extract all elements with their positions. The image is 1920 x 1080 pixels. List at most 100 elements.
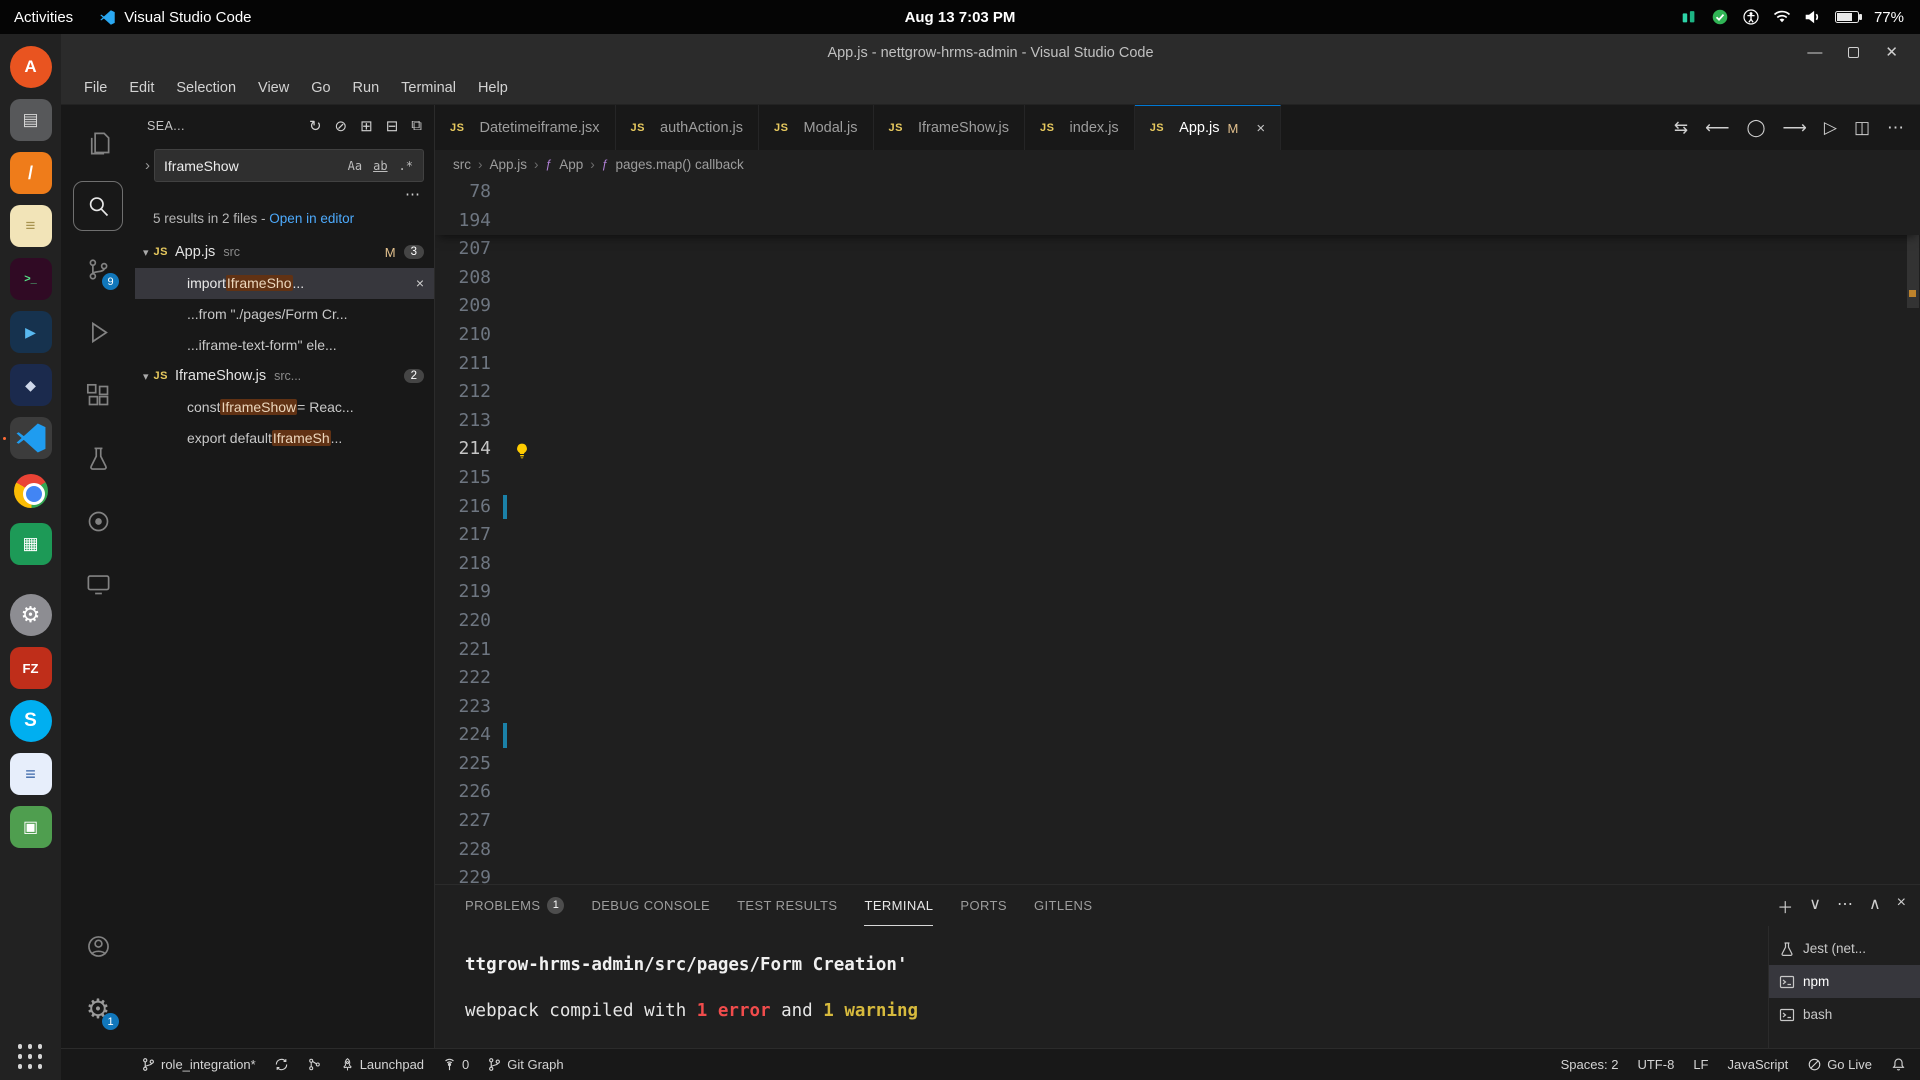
status-compare-branch[interactable]: [307, 1057, 322, 1072]
gutter-glyph[interactable]: [491, 836, 539, 865]
tab-authaction-js[interactable]: JSauthAction.js: [616, 105, 760, 150]
dock-vscode[interactable]: [10, 417, 52, 459]
focused-app-indicator[interactable]: Visual Studio Code: [99, 9, 251, 26]
code-line[interactable]: 218: [435, 550, 1920, 579]
system-tray[interactable]: 77%: [1680, 9, 1920, 26]
dock-file-manager[interactable]: ▤: [10, 99, 52, 141]
code-editor[interactable]: 78194 2072082092102112122132142152162172…: [435, 178, 1920, 884]
panel-tab-problems[interactable]: PROBLEMS1: [465, 885, 564, 926]
code-line[interactable]: 220: [435, 607, 1920, 636]
activity-run-and-debug[interactable]: [74, 308, 122, 356]
code-line[interactable]: 214: [435, 435, 1920, 464]
activity-search[interactable]: [74, 182, 122, 230]
restore-button[interactable]: [1848, 47, 1859, 58]
status-sync-changes[interactable]: [274, 1057, 289, 1072]
use-regex-toggle[interactable]: .*: [395, 157, 417, 175]
code-line[interactable]: 215: [435, 464, 1920, 493]
search-match[interactable]: ...from "./pages/Form Cr...: [135, 299, 434, 330]
dock-ubuntu-software[interactable]: A: [10, 46, 52, 88]
dock-spreadsheet[interactable]: ▦: [10, 523, 52, 565]
menu-help[interactable]: Help: [467, 76, 519, 100]
menu-go[interactable]: Go: [300, 76, 341, 100]
code-line[interactable]: 222: [435, 664, 1920, 693]
code-line[interactable]: 212: [435, 378, 1920, 407]
search-match[interactable]: ...iframe-text-form" ele...: [135, 330, 434, 361]
open-changes-icon[interactable]: ⇆: [1674, 118, 1688, 138]
line-number[interactable]: 209: [435, 292, 491, 321]
gutter-glyph[interactable]: [491, 350, 539, 379]
gutter-glyph[interactable]: [491, 292, 539, 321]
refresh-icon[interactable]: ↻: [309, 117, 322, 135]
dock-chrome[interactable]: [10, 470, 52, 512]
dock-skype[interactable]: S: [10, 700, 52, 742]
close-button[interactable]: ✕: [1885, 45, 1898, 60]
activity-remote-explorer[interactable]: [74, 560, 122, 608]
lightbulb-icon[interactable]: [513, 440, 531, 458]
line-number[interactable]: 213: [435, 407, 491, 436]
sticky-scroll[interactable]: 78194: [435, 178, 1920, 235]
activity-gitlens[interactable]: [74, 497, 122, 545]
activity-explorer[interactable]: [74, 119, 122, 167]
git-modified-gutter[interactable]: [503, 495, 507, 520]
menu-file[interactable]: File: [73, 76, 118, 100]
line-number[interactable]: 222: [435, 664, 491, 693]
open-in-editor-link[interactable]: Open in editor: [269, 211, 354, 226]
menu-edit[interactable]: Edit: [118, 76, 165, 100]
line-number[interactable]: 224: [435, 721, 491, 750]
code-line[interactable]: 211: [435, 350, 1920, 379]
menu-terminal[interactable]: Terminal: [390, 76, 467, 100]
code-line[interactable]: 209: [435, 292, 1920, 321]
activity-source-control[interactable]: 9: [74, 245, 122, 293]
search-match[interactable]: export default IframeSh...: [135, 423, 434, 454]
dock-writer[interactable]: ≡: [10, 753, 52, 795]
previous-change-icon[interactable]: ⟵: [1705, 118, 1729, 138]
code-line[interactable]: 224: [435, 721, 1920, 750]
activity-accounts[interactable]: [74, 922, 122, 970]
status-indentation[interactable]: Spaces: 2: [1561, 1057, 1619, 1072]
split-editor-icon[interactable]: ◫: [1854, 118, 1870, 138]
toggle-search-details-icon[interactable]: ⋯: [135, 182, 434, 203]
match-case-toggle[interactable]: Aa: [344, 157, 366, 175]
line-number[interactable]: 212: [435, 378, 491, 407]
line-number[interactable]: 214: [435, 435, 491, 464]
breadcrumb-item-src[interactable]: src: [453, 157, 471, 172]
gutter-glyph[interactable]: [491, 721, 539, 750]
gutter-glyph[interactable]: [491, 378, 539, 407]
line-number[interactable]: 223: [435, 693, 491, 722]
line-number[interactable]: 220: [435, 607, 491, 636]
gutter-glyph[interactable]: [491, 864, 539, 884]
show-applications-button[interactable]: [18, 1044, 44, 1070]
new-terminal-icon[interactable]: ＋: [1777, 894, 1793, 918]
toggle-replace-icon[interactable]: ›: [141, 157, 154, 174]
line-number[interactable]: 219: [435, 578, 491, 607]
open-new-search-editor-icon[interactable]: ⊞: [360, 117, 373, 135]
gutter-glyph[interactable]: [491, 264, 539, 293]
gutter-glyph[interactable]: [491, 807, 539, 836]
line-number[interactable]: 217: [435, 521, 491, 550]
clear-search-results-icon[interactable]: ⊘: [335, 117, 348, 135]
code-line[interactable]: 194: [435, 207, 1920, 236]
line-number[interactable]: 229: [435, 864, 491, 884]
dock-package-manager[interactable]: ▣: [10, 806, 52, 848]
search-match[interactable]: const IframeShow = Reac...: [135, 392, 434, 423]
git-modified-gutter[interactable]: [503, 723, 507, 748]
gutter-changes-icon[interactable]: ◯: [1746, 118, 1765, 138]
run-or-debug-icon[interactable]: ▷: [1824, 118, 1837, 138]
status-go-live[interactable]: Go Live: [1807, 1057, 1872, 1072]
line-number[interactable]: 221: [435, 636, 491, 665]
gutter-glyph[interactable]: [491, 550, 539, 579]
close-panel-icon[interactable]: ×: [1897, 894, 1906, 918]
code-line[interactable]: 210: [435, 321, 1920, 350]
line-number[interactable]: 218: [435, 550, 491, 579]
dock-pen-tool[interactable]: ◆: [10, 364, 52, 406]
code-line[interactable]: 216: [435, 493, 1920, 522]
gutter-glyph[interactable]: [491, 693, 539, 722]
more-panel-actions-icon[interactable]: ⋯: [1837, 894, 1853, 918]
titlebar[interactable]: App.js - nettgrow-hrms-admin - Visual St…: [61, 34, 1920, 71]
gutter-glyph[interactable]: [491, 321, 539, 350]
tab-app-js[interactable]: JSApp.jsM×: [1135, 105, 1281, 150]
maximize-panel-icon[interactable]: ∧: [1869, 894, 1881, 918]
code-line[interactable]: 219: [435, 578, 1920, 607]
search-input[interactable]: IframeShow Aaab.*: [154, 149, 424, 182]
gutter-glyph[interactable]: [491, 435, 539, 464]
